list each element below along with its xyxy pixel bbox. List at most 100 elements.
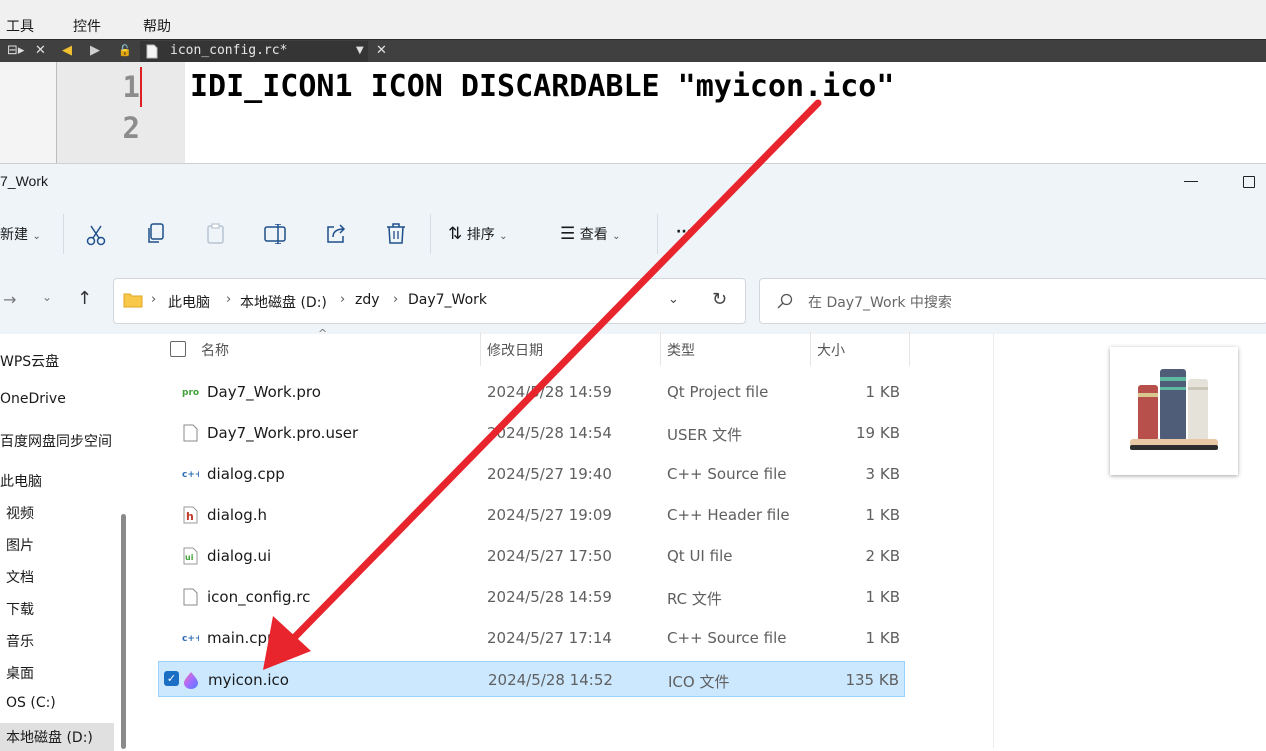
rename-icon[interactable] (264, 224, 288, 244)
lock-icon: 🔓 (118, 44, 132, 57)
file-row[interactable]: icon_config.rc 2024/5/28 14:59 RC 文件 1 K… (158, 579, 905, 615)
chevron-down-icon[interactable]: ▼ (356, 42, 364, 60)
menu-help[interactable]: 帮助 (143, 16, 171, 36)
file-row[interactable]: h dialog.h 2024/5/27 19:09 C++ Header fi… (158, 497, 905, 533)
svg-text:c++: c++ (182, 634, 199, 644)
menu-bar: 工具 控件 帮助 (0, 11, 1266, 39)
window-title: 7_Work (0, 173, 48, 189)
nav-item-baidu[interactable]: 百度网盘同步空间 (0, 431, 112, 451)
editor-left-panel (0, 62, 57, 163)
file-type: RC 文件 (667, 590, 722, 608)
line-number: 2 (122, 111, 140, 145)
refresh-icon[interactable]: ↻ (712, 289, 727, 310)
text-caret (140, 67, 142, 107)
file-type: C++ Source file (667, 629, 787, 647)
nav-item-downloads[interactable]: 下载 (6, 599, 34, 619)
nav-item-drive-d[interactable]: 本地磁盘 (D:) (6, 727, 93, 747)
chevron-down-icon: ⌄ (499, 231, 508, 242)
code-text-area[interactable]: IDI_ICON1 ICON DISCARDABLE "myicon.ico" (185, 62, 1266, 163)
column-header-date[interactable]: 修改日期 (487, 340, 543, 360)
file-row-selected[interactable]: ✓ myicon.ico 2024/5/28 14:52 ICO 文件 135 … (158, 661, 905, 697)
nav-item-onedrive[interactable]: OneDrive (0, 391, 66, 407)
header-file-icon: h (183, 506, 198, 524)
breadcrumb-this-pc[interactable]: 此电脑 (168, 292, 210, 312)
minimize-button[interactable] (1184, 181, 1198, 182)
back-arrow-icon[interactable]: ◀ (62, 42, 72, 60)
column-divider[interactable] (660, 332, 661, 366)
preview-pane (1110, 347, 1238, 475)
nav-item-documents[interactable]: 文档 (6, 567, 34, 587)
more-options-button[interactable]: ··· (676, 224, 692, 240)
chevron-down-icon[interactable]: ⌄ (668, 292, 679, 307)
line-number: 1 (122, 70, 140, 104)
file-row[interactable]: pro Day7_Work.pro 2024/5/28 14:59 Qt Pro… (158, 374, 905, 410)
up-arrow-icon[interactable]: ↑ (77, 288, 92, 309)
editor-tab-bar: ⊟▸ ✕ ◀ ▶ 🔓 icon_config.rc* ▼ ✕ (0, 39, 1266, 63)
nav-item-this-pc[interactable]: 此电脑 (0, 471, 42, 491)
pane-divider (993, 333, 994, 748)
sort-button[interactable]: ⇅ 排序 ⌄ (448, 224, 508, 244)
cut-icon[interactable] (85, 224, 107, 246)
file-row[interactable]: c++ dialog.cpp 2024/5/27 19:40 C++ Sourc… (158, 456, 905, 492)
nav-item-wps[interactable]: WPS云盘 (0, 351, 59, 371)
menu-tools[interactable]: 工具 (6, 16, 34, 36)
chevron-right-icon: › (226, 292, 232, 307)
column-header-type[interactable]: 类型 (667, 340, 695, 360)
recent-chevron-icon[interactable]: ⌄ (42, 290, 52, 304)
file-name: dialog.ui (207, 547, 272, 565)
column-divider[interactable] (480, 332, 481, 366)
maximize-button[interactable] (1243, 176, 1255, 188)
tab-filename: icon_config.rc* (170, 43, 288, 58)
file-row[interactable]: c++ main.cpp 2024/5/27 17:14 C++ Source … (158, 620, 905, 656)
divider (63, 214, 64, 254)
address-bar[interactable]: › 此电脑 › 本地磁盘 (D:) › zdy › Day7_Work ⌄ ↻ (113, 278, 746, 324)
file-type: C++ Source file (667, 465, 787, 483)
divider (657, 214, 658, 254)
nav-item-pictures[interactable]: 图片 (6, 535, 34, 555)
close-tab-icon[interactable]: ✕ (376, 42, 387, 60)
breadcrumb-drive-d[interactable]: 本地磁盘 (D:) (240, 292, 327, 312)
file-row[interactable]: Day7_Work.pro.user 2024/5/28 14:54 USER … (158, 415, 905, 451)
breadcrumb-day7-work[interactable]: Day7_Work (408, 292, 487, 308)
split-view-icon[interactable]: ⊟▸ (7, 42, 24, 60)
blank-file-icon (183, 588, 198, 606)
file-date: 2024/5/27 17:50 (487, 547, 612, 565)
view-button[interactable]: ☰ 查看 ⌄ (560, 224, 621, 244)
file-size: 1 KB (865, 588, 900, 606)
folder-icon (123, 293, 143, 308)
column-header-name[interactable]: 名称 (201, 340, 229, 360)
books-icon (1130, 369, 1218, 450)
svg-text:ui: ui (185, 553, 194, 562)
file-name: dialog.h (207, 506, 268, 524)
column-divider[interactable] (909, 332, 910, 366)
menu-controls[interactable]: 控件 (73, 16, 101, 36)
search-box[interactable]: 在 Day7_Work 中搜索 (759, 278, 1266, 324)
forward-arrow-icon[interactable]: → (3, 290, 16, 309)
breadcrumb-zdy[interactable]: zdy (355, 292, 380, 308)
nav-scrollbar[interactable] (121, 514, 126, 749)
select-all-checkbox[interactable] (170, 341, 186, 357)
nav-item-desktop[interactable]: 桌面 (6, 663, 34, 683)
delete-icon[interactable] (386, 223, 406, 245)
file-type: ICO 文件 (668, 673, 730, 691)
forward-arrow-icon[interactable]: ▶ (90, 42, 100, 60)
code-line-1[interactable]: IDI_ICON1 ICON DISCARDABLE "myicon.ico" (190, 69, 894, 104)
nav-item-drive-c[interactable]: OS (C:) (6, 695, 56, 711)
column-header-size[interactable]: 大小 (817, 340, 845, 360)
share-icon[interactable] (325, 223, 347, 245)
tab-icon-config-rc[interactable]: icon_config.rc* ▼ (140, 41, 368, 62)
svg-text:c++: c++ (182, 470, 199, 480)
file-name: Day7_Work.pro.user (207, 424, 359, 442)
column-divider[interactable] (810, 332, 811, 366)
close-icon[interactable]: ✕ (35, 42, 46, 60)
file-name: dialog.cpp (207, 465, 285, 483)
copy-icon[interactable] (146, 223, 166, 245)
nav-item-videos[interactable]: 视频 (6, 503, 34, 523)
nav-item-music[interactable]: 音乐 (6, 631, 34, 651)
ico-file-icon (184, 672, 198, 689)
file-type: C++ Header file (667, 506, 790, 524)
view-label: 查看 (579, 227, 608, 243)
file-row[interactable]: ui dialog.ui 2024/5/27 17:50 Qt UI file … (158, 538, 905, 574)
new-button[interactable]: 新建 ⌄ (0, 224, 41, 244)
row-checkbox-checked[interactable]: ✓ (164, 671, 179, 686)
